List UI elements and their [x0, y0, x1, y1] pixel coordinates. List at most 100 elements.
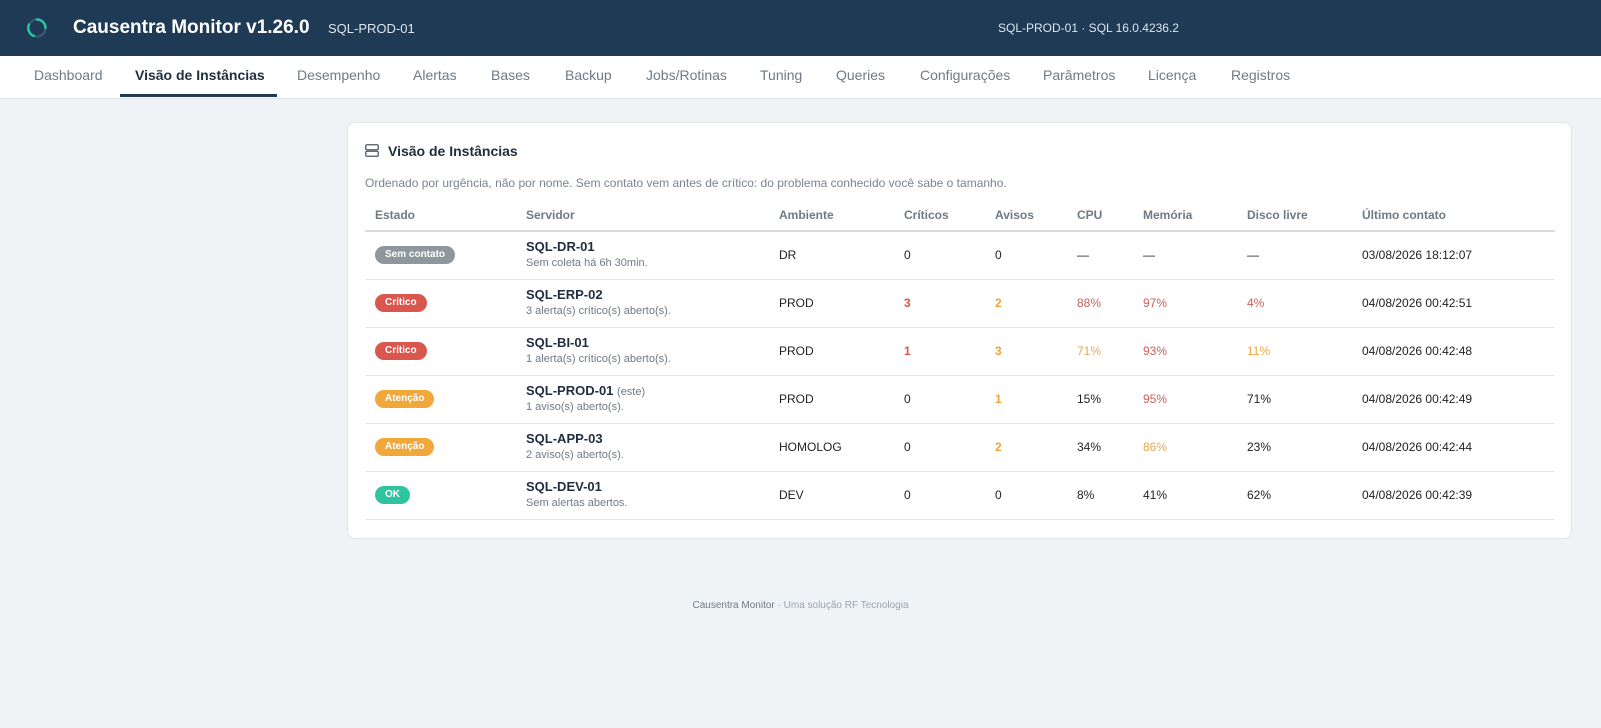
- status-cell: Crítico: [365, 327, 516, 376]
- server-description: 2 aviso(s) aberto(s).: [526, 449, 624, 461]
- status-cell: Crítico: [365, 279, 516, 328]
- column-header-cpu[interactable]: CPU: [1067, 199, 1133, 232]
- table-row[interactable]: Atenção SQL-PROD-01 (este) 1 aviso(s) abe…: [365, 375, 1555, 424]
- critical-count-cell: 0: [894, 231, 985, 280]
- last-contact-cell: 03/08/2026 18:12:07: [1352, 231, 1555, 280]
- table-row[interactable]: OK SQL-DEV-01 Sem alertas abertos. DEV 0…: [365, 471, 1555, 520]
- free-disk-cell: —: [1237, 231, 1352, 280]
- server-version-info: SQL-PROD-01 · SQL 16.0.4236.2: [998, 21, 1179, 35]
- environment-cell: HOMOLOG: [769, 423, 894, 472]
- environment-cell: PROD: [769, 375, 894, 424]
- server-name-line: SQL-BI-01: [526, 335, 769, 352]
- tab-registros[interactable]: Registros: [1231, 56, 1290, 98]
- cpu-cell: 88%: [1067, 279, 1133, 328]
- instances-table: Estado Servidor Ambiente Críticos Avisos…: [365, 199, 1555, 520]
- tab-queries[interactable]: Queries: [836, 56, 885, 98]
- tab-visao-de-instancias[interactable]: Visão de Instâncias: [135, 56, 265, 98]
- environment-cell: PROD: [769, 279, 894, 328]
- server-name[interactable]: SQL-ERP-02: [526, 287, 603, 302]
- last-contact-cell: 04/08/2026 00:42:49: [1352, 375, 1555, 424]
- card-title: Visão de Instâncias: [388, 143, 518, 159]
- critical-count-cell: 0: [894, 423, 985, 472]
- card-subtitle: Ordenado por urgência, não por nome. Sem…: [365, 176, 1007, 190]
- server-note: (este): [617, 386, 646, 398]
- last-contact-cell: 04/08/2026 00:42:39: [1352, 471, 1555, 520]
- server-cell: SQL-BI-01 1 alerta(s) crítico(s) aberto(…: [516, 327, 769, 376]
- warnings-count-cell: 1: [985, 375, 1067, 424]
- tab-alertas[interactable]: Alertas: [413, 56, 457, 98]
- column-header-estado[interactable]: Estado: [365, 199, 516, 232]
- environment-cell: DR: [769, 231, 894, 280]
- critical-count-cell: 3: [894, 279, 985, 328]
- server-name[interactable]: SQL-DR-01: [526, 239, 595, 254]
- cpu-cell: 8%: [1067, 471, 1133, 520]
- warnings-count-cell: 2: [985, 423, 1067, 472]
- footer-tagline: · Uma solução RF Tecnologia: [774, 600, 909, 611]
- active-tab-indicator: [120, 94, 277, 97]
- status-cell: Atenção: [365, 423, 516, 472]
- memory-cell: 86%: [1133, 423, 1237, 472]
- status-cell: OK: [365, 471, 516, 520]
- status-badge: Atenção: [375, 438, 435, 456]
- server-cell: SQL-PROD-01 (este) 1 aviso(s) aberto(s).: [516, 375, 769, 424]
- warnings-count-cell: 2: [985, 279, 1067, 328]
- server-stack-icon: [365, 144, 379, 157]
- server-name[interactable]: SQL-PROD-01: [526, 383, 613, 398]
- column-header-servidor[interactable]: Servidor: [516, 199, 769, 232]
- column-header-memoria[interactable]: Memória: [1133, 199, 1237, 232]
- tab-parametros[interactable]: Parâmetros: [1043, 56, 1115, 98]
- memory-cell: 93%: [1133, 327, 1237, 376]
- table-row[interactable]: Crítico SQL-BI-01 1 alerta(s) crítico(s)…: [365, 327, 1555, 376]
- server-cell: SQL-ERP-02 3 alerta(s) crítico(s) aberto…: [516, 279, 769, 328]
- tab-licenca[interactable]: Licença: [1148, 56, 1196, 98]
- last-contact-cell: 04/08/2026 00:42:44: [1352, 423, 1555, 472]
- memory-cell: 95%: [1133, 375, 1237, 424]
- tab-configuracoes[interactable]: Configurações: [920, 56, 1010, 98]
- column-header-avisos[interactable]: Avisos: [985, 199, 1067, 232]
- column-header-disco-livre[interactable]: Disco livre: [1237, 199, 1352, 232]
- free-disk-cell: 71%: [1237, 375, 1352, 424]
- server-description: 1 alerta(s) crítico(s) aberto(s).: [526, 353, 671, 365]
- cpu-cell: 34%: [1067, 423, 1133, 472]
- server-name[interactable]: SQL-APP-03: [526, 431, 603, 446]
- tab-desempenho[interactable]: Desempenho: [297, 56, 380, 98]
- server-name-line: SQL-ERP-02: [526, 287, 769, 304]
- tab-bases[interactable]: Bases: [491, 56, 530, 98]
- tab-jobs-rotinas[interactable]: Jobs/Rotinas: [646, 56, 727, 98]
- server-description: 3 alerta(s) crítico(s) aberto(s).: [526, 305, 671, 317]
- last-contact-cell: 04/08/2026 00:42:48: [1352, 327, 1555, 376]
- column-header-criticos[interactable]: Críticos: [894, 199, 985, 232]
- server-name-line: SQL-APP-03: [526, 431, 769, 448]
- server-cell: SQL-DEV-01 Sem alertas abertos.: [516, 471, 769, 520]
- server-name[interactable]: SQL-DEV-01: [526, 479, 602, 494]
- tab-tuning[interactable]: Tuning: [760, 56, 802, 98]
- critical-count-cell: 0: [894, 375, 985, 424]
- footer-brand: Causentra Monitor: [692, 600, 775, 611]
- warnings-count-cell: 0: [985, 471, 1067, 520]
- tab-bar: Dashboard Visão de Instâncias Desempenho…: [0, 56, 1601, 99]
- cpu-cell: 71%: [1067, 327, 1133, 376]
- server-name[interactable]: SQL-BI-01: [526, 335, 589, 350]
- status-badge: Crítico: [375, 294, 427, 312]
- free-disk-cell: 23%: [1237, 423, 1352, 472]
- table-row[interactable]: Atenção SQL-APP-03 2 aviso(s) aberto(s).…: [365, 423, 1555, 472]
- loading-ring-icon: [27, 18, 47, 38]
- server-description: Sem alertas abertos.: [526, 497, 628, 509]
- critical-count-cell: 1: [894, 327, 985, 376]
- column-header-ultimo-contato[interactable]: Último contato: [1352, 199, 1555, 232]
- tab-backup[interactable]: Backup: [565, 56, 612, 98]
- table-row[interactable]: Crítico SQL-ERP-02 3 alerta(s) crítico(s…: [365, 279, 1555, 328]
- table-row[interactable]: Sem contato SQL-DR-01 Sem coleta há 6h 3…: [365, 231, 1555, 280]
- cpu-cell: 15%: [1067, 375, 1133, 424]
- status-badge: OK: [375, 486, 410, 504]
- environment-cell: DEV: [769, 471, 894, 520]
- free-disk-cell: 11%: [1237, 327, 1352, 376]
- status-badge: Sem contato: [375, 246, 456, 265]
- server-description: Sem coleta há 6h 30min.: [526, 257, 648, 270]
- column-header-ambiente[interactable]: Ambiente: [769, 199, 894, 232]
- instances-card: Visão de Instâncias Ordenado por urgênci…: [347, 122, 1572, 539]
- status-badge: Crítico: [375, 342, 427, 360]
- server-name-line: SQL-PROD-01 (este): [526, 383, 769, 400]
- memory-cell: —: [1133, 231, 1237, 280]
- tab-dashboard[interactable]: Dashboard: [34, 56, 103, 98]
